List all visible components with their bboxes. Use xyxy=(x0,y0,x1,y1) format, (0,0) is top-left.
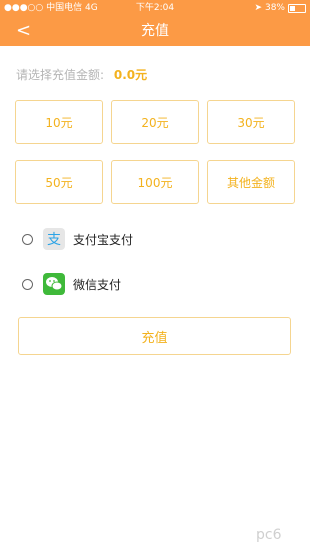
location-icon: ➤ xyxy=(254,3,262,13)
charge-button[interactable]: 充值 xyxy=(18,317,291,355)
alipay-radio[interactable] xyxy=(22,233,33,245)
alipay-label: 支付宝支付 xyxy=(73,232,134,247)
alipay-option[interactable]: 支 支付宝支付 xyxy=(22,226,133,252)
svg-text:pc6: pc6 xyxy=(256,527,282,543)
amount-50-button[interactable]: 50元 xyxy=(15,160,103,204)
amount-20-button[interactable]: 20元 xyxy=(111,100,199,144)
status-right: ➤ 38% xyxy=(254,0,306,16)
wechat-icon xyxy=(43,273,65,295)
status-bar: ●●●○○ 中国电信 4G 下午2:04 ➤ 38% xyxy=(0,0,310,16)
amount-prompt-label: 请选择充值金额: xyxy=(16,68,105,82)
amount-100-button[interactable]: 100元 xyxy=(111,160,199,204)
wechat-radio[interactable] xyxy=(22,278,33,290)
amount-other-button[interactable]: 其他金额 xyxy=(207,160,295,204)
svg-text:支: 支 xyxy=(47,232,61,248)
amount-30-button[interactable]: 30元 xyxy=(207,100,295,144)
battery-icon xyxy=(288,3,306,13)
page-title: 充值 xyxy=(141,23,169,39)
battery-percent: 38% xyxy=(264,3,285,13)
alipay-icon: 支 xyxy=(43,228,65,250)
wechat-label: 微信支付 xyxy=(73,277,122,292)
amount-prompt: 请选择充值金额: 0.0元 xyxy=(16,66,147,83)
pc6-watermark-logo: pc6 xyxy=(256,527,282,543)
amount-10-button[interactable]: 10元 xyxy=(15,100,103,144)
app-header: ●●●○○ 中国电信 4G 下午2:04 ➤ 38% < 充值 xyxy=(0,0,310,46)
wechat-option[interactable]: 微信支付 xyxy=(22,271,121,297)
selected-amount: 0.0元 xyxy=(113,68,148,82)
